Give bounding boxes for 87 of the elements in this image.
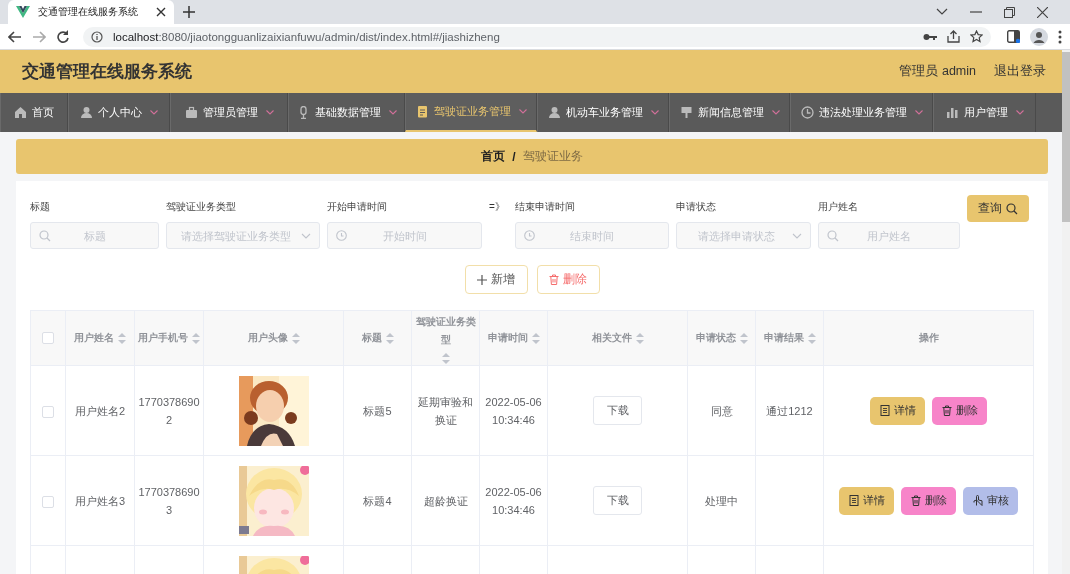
profile-icon	[1030, 27, 1048, 46]
trash-icon	[941, 405, 952, 416]
breadcrumb-item: 驾驶证业务	[522, 149, 583, 164]
document-icon	[879, 405, 890, 416]
nav-item[interactable]: 驾驶证业务管理	[405, 93, 537, 132]
table-cell: 超龄换证	[423, 494, 468, 507]
query-button[interactable]: 查询	[966, 195, 1029, 222]
trash-icon	[549, 274, 559, 285]
browser-tab[interactable]: 交通管理在线服务系统	[8, 0, 174, 24]
url-text: localhost:8080/jiaotongguanlizaixianfuwu/admin/dist/index.html#/jiashizheng	[113, 30, 501, 43]
table-cell: 处理中	[705, 494, 738, 507]
nav-item[interactable]: 机动车业务管理	[537, 93, 669, 132]
nav-item[interactable]: 管理员管理	[170, 93, 288, 132]
info-icon	[91, 30, 103, 43]
signpost-icon	[679, 106, 693, 119]
field-label: 开始申请时间	[327, 200, 388, 214]
clock-icon	[336, 230, 347, 241]
restore-icon	[1004, 6, 1015, 18]
field-label: 申请状态	[675, 200, 717, 214]
logout-link[interactable]: 退出登录	[994, 63, 1046, 80]
table-cell: 用户姓名3	[74, 494, 126, 507]
detail-button[interactable]: 详情	[839, 486, 894, 515]
app-title: 交通管理在线服务系统	[22, 61, 193, 83]
reload-icon	[56, 30, 69, 43]
nav-item[interactable]: 个人中心	[68, 93, 170, 132]
table-cell: 标题5	[363, 404, 392, 417]
table-cell: 2022-05-06 10:34:46	[485, 395, 542, 426]
field-label: 标题	[30, 200, 51, 214]
user-label: 管理员 admin	[899, 63, 976, 80]
sidebar-icon	[1007, 30, 1020, 43]
key-icon	[923, 32, 937, 41]
clock-icon	[800, 106, 814, 119]
document-icon	[848, 495, 859, 506]
table-cell: 2022-05-06 10:34:46	[485, 485, 542, 516]
briefcase-icon	[184, 106, 198, 119]
table-cell: 标题4	[363, 494, 392, 507]
address-bar[interactable]: localhost:8080/jiaotongguanlizaixianfuwu/admin/dist/index.html#/jiashizheng	[83, 26, 991, 47]
new-tab-icon	[183, 6, 195, 18]
row-checkbox[interactable]	[42, 405, 54, 418]
delete-button[interactable]: 删除	[901, 486, 956, 515]
star-icon	[970, 30, 983, 43]
search-icon	[1005, 202, 1018, 215]
plus-icon	[477, 274, 487, 285]
more-icon	[1058, 29, 1062, 44]
share-icon	[947, 30, 960, 43]
row-checkbox[interactable]	[42, 495, 54, 508]
search-icon	[826, 230, 839, 242]
clipboard-icon	[415, 105, 429, 118]
table-cell: 同意	[710, 404, 733, 417]
chevron-down-icon	[301, 233, 311, 239]
bar-chart-icon	[945, 106, 959, 119]
range-arrow: =》	[489, 200, 505, 214]
nav-item[interactable]: 用户管理	[933, 93, 1036, 132]
close-icon	[1037, 6, 1048, 18]
table-cell: 用户姓名2	[74, 404, 126, 417]
table-cell: 延期审验和换证	[418, 395, 473, 426]
person-icon	[80, 106, 93, 119]
site-logo-icon	[16, 6, 30, 18]
field-label: 驾驶证业务类型	[166, 200, 237, 214]
search-icon	[39, 230, 51, 242]
table-cell: 17703786903	[138, 485, 200, 516]
minimize-icon	[970, 11, 982, 13]
table-cell: 17703786902	[138, 395, 200, 426]
field-label: 用户姓名	[817, 200, 859, 214]
chevron-down-icon	[936, 8, 948, 16]
nav-item[interactable]: 新闻信息管理	[669, 93, 790, 132]
download-button[interactable]: 下载	[593, 396, 642, 425]
select-all-checkbox[interactable]	[42, 332, 54, 345]
forward-icon	[32, 30, 46, 43]
nav-item[interactable]: 首页	[0, 93, 68, 132]
download-button[interactable]: 下载	[593, 486, 642, 515]
breadcrumb-separator: /	[512, 149, 516, 164]
clock-icon	[523, 230, 535, 241]
detail-button[interactable]: 详情	[870, 396, 925, 425]
trash-icon	[910, 495, 921, 506]
home-icon	[14, 106, 27, 119]
nav-item[interactable]: 违法处理业务管理	[790, 93, 933, 132]
delete-button[interactable]: 删除	[932, 396, 987, 425]
table-cell: 通过1212	[766, 404, 813, 417]
field-label: 结束申请时间	[514, 200, 576, 214]
person-icon	[547, 106, 561, 119]
chevron-down-icon	[791, 233, 802, 239]
review-button[interactable]: 审核	[963, 486, 1018, 515]
close-icon	[156, 7, 166, 17]
back-icon	[8, 30, 22, 43]
add-button[interactable]: 新增	[464, 265, 528, 294]
breadcrumb-item[interactable]: 首页	[481, 149, 506, 164]
